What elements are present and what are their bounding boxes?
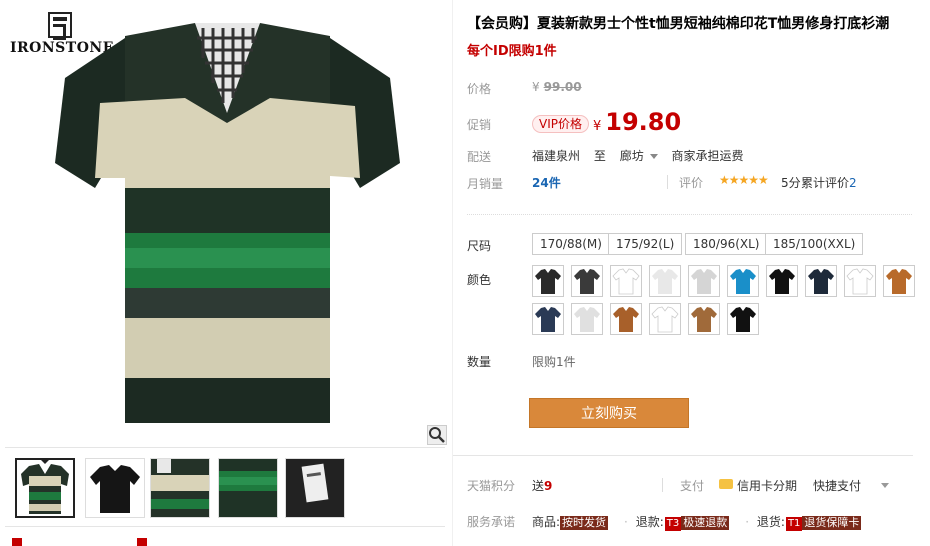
separator <box>667 175 668 189</box>
chevron-down-icon[interactable] <box>881 483 889 488</box>
service-prefix: 退款: <box>635 515 664 529</box>
color-swatch-9[interactable] <box>844 265 876 297</box>
product-title: 【会员购】夏装新款男士个性t恤男短袖纯棉印花T恤男修身打底衫潮 <box>467 16 890 32</box>
separator <box>662 478 663 492</box>
product-gallery: IRONSTONE <box>0 0 455 546</box>
review-label: 评价 <box>679 176 704 190</box>
credit-installment-option[interactable]: 信用卡分期 <box>737 477 797 494</box>
chevron-down-icon[interactable] <box>649 154 658 159</box>
delivery-label: 配送 <box>467 150 492 164</box>
shipping-fee-note: 商家承担运费 <box>671 149 744 163</box>
dot-separator: · <box>624 515 628 529</box>
quantity-limit-note: 限购1件 <box>532 355 576 369</box>
review-count-prefix: 累计评价 <box>801 176 850 190</box>
service-code: T3 <box>664 517 682 531</box>
color-swatch-5[interactable] <box>688 265 720 297</box>
size-label: 尺码 <box>467 239 492 253</box>
service-code: T1 <box>785 517 803 531</box>
review-count-link[interactable]: 累计评价2 <box>801 174 857 191</box>
points-value: 送9 <box>532 477 552 494</box>
quick-pay-option[interactable]: 快捷支付 <box>813 477 861 494</box>
favorite-icon <box>137 538 147 546</box>
delivery-from: 福建泉州 <box>532 149 581 163</box>
size-option-l[interactable]: 175/92(L) <box>608 233 683 255</box>
magnifier-icon <box>429 427 445 443</box>
purchase-limit-note: 每个ID限购1件 <box>467 44 557 59</box>
delivery-info: 福建泉州 至 廊坊 商家承担运费 <box>532 147 754 164</box>
vip-price-badge: VIP价格 <box>532 115 589 133</box>
size-option-xl[interactable]: 180/96(XL) <box>685 233 768 255</box>
thumbnail-2[interactable] <box>85 458 145 518</box>
original-price-currency: ¥ <box>532 80 540 94</box>
size-option-xxl[interactable]: 185/100(XXL) <box>765 233 864 255</box>
size-option-m[interactable]: 170/88(M) <box>532 233 610 255</box>
credit-card-icon <box>719 479 733 489</box>
share-icon <box>12 538 22 546</box>
service-prefix: 退货: <box>756 515 785 529</box>
thumbnail-3[interactable] <box>150 458 210 518</box>
service-promise-shipping[interactable]: 商品: 按时发货 <box>532 513 609 530</box>
service-tag: 极速退款 <box>681 516 730 530</box>
share-link[interactable] <box>12 536 25 546</box>
service-tag: 退货保障卡 <box>802 516 862 530</box>
points-number: 9 <box>544 479 553 493</box>
thumbnail-4[interactable] <box>218 458 278 518</box>
thumbnail-strip <box>5 447 445 527</box>
quantity-label: 数量 <box>467 355 492 369</box>
rating-score: 5分 <box>781 176 801 190</box>
color-swatch-13[interactable] <box>610 303 642 335</box>
service-info-panel <box>453 455 913 546</box>
color-swatch-15[interactable] <box>688 303 720 335</box>
thumbnail-5[interactable] <box>285 458 345 518</box>
service-promises: 商品: 按时发货 · 退款: T3 极速退款 · 退货: T1 退货保障卡 <box>532 513 873 531</box>
monthly-sales-label: 月销量 <box>467 177 504 191</box>
color-swatch-16[interactable] <box>727 303 759 335</box>
service-label: 服务承诺 <box>467 515 516 529</box>
original-price: ¥99.00 <box>532 80 582 94</box>
service-promise-refund[interactable]: 退款: T3 极速退款 <box>636 513 730 531</box>
section-divider <box>467 214 912 215</box>
service-prefix: 商品: <box>532 515 561 529</box>
dot-separator: · <box>745 515 750 529</box>
current-price-value: 19.80 <box>605 108 682 136</box>
color-swatch-2[interactable] <box>571 265 603 297</box>
zoom-button[interactable] <box>427 425 447 445</box>
current-price-currency: ¥ <box>593 119 602 134</box>
color-swatch-3[interactable] <box>610 265 642 297</box>
payment-label: 支付 <box>680 479 705 493</box>
color-swatch-7[interactable] <box>766 265 798 297</box>
color-swatch-6[interactable] <box>727 265 759 297</box>
review-count-value: 2 <box>849 176 857 190</box>
delivery-to-word: 至 <box>593 149 606 163</box>
service-promise-return[interactable]: 退货: T1 退货保障卡 <box>757 513 862 531</box>
promo-label: 促销 <box>467 118 492 132</box>
color-swatch-14[interactable] <box>649 303 681 335</box>
color-swatch-4[interactable] <box>649 265 681 297</box>
points-prefix: 送 <box>532 479 545 493</box>
original-price-value: 99.00 <box>543 80 582 94</box>
monthly-sales-value: 24件 <box>532 176 561 190</box>
gallery-bottom-links <box>12 536 432 546</box>
color-swatch-1[interactable] <box>532 265 564 297</box>
price-label: 价格 <box>467 82 492 96</box>
favorite-link[interactable] <box>137 536 150 546</box>
delivery-destination[interactable]: 廊坊 <box>620 149 644 163</box>
color-swatch-11[interactable] <box>532 303 564 335</box>
service-tag: 按时发货 <box>560 516 609 530</box>
color-swatch-10[interactable] <box>883 265 915 297</box>
current-price: ¥19.80 <box>593 108 681 136</box>
thumbnail-1[interactable] <box>15 458 75 518</box>
product-detail: 【会员购】夏装新款男士个性t恤男短袖纯棉印花T恤男修身打底衫潮 每个ID限购1件… <box>453 0 927 546</box>
main-product-image[interactable] <box>55 18 400 428</box>
color-label: 颜色 <box>467 273 492 287</box>
points-label: 天猫积分 <box>467 479 516 493</box>
color-swatch-12[interactable] <box>571 303 603 335</box>
rating-stars-icon: ★★★★★ <box>719 173 769 187</box>
buy-now-button[interactable]: 立刻购买 <box>529 398 689 428</box>
color-swatch-8[interactable] <box>805 265 837 297</box>
